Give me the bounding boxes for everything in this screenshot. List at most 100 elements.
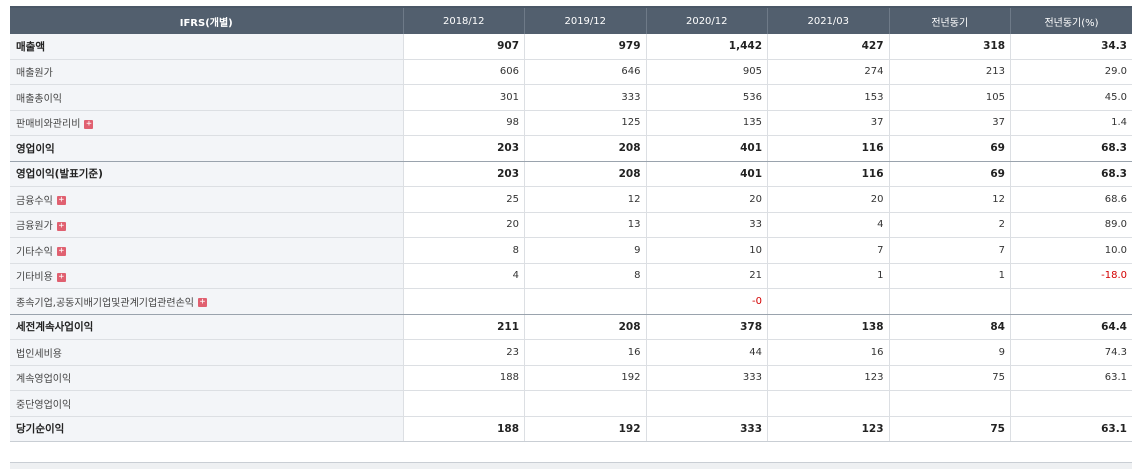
value-cell: 153 [767, 84, 889, 111]
value-cell: 905 [645, 59, 768, 85]
value-cell: 34.3 [1010, 34, 1132, 60]
row-label: 종속기업,공동지배기업및관계기업관련손익 [16, 297, 194, 309]
value-cell: 2 [888, 212, 1011, 238]
value-cell: 1 [767, 263, 889, 289]
table-row: 당기순이익 188 192 333 123 75 63.1 [10, 416, 1132, 442]
plus-square-icon[interactable]: + [56, 221, 66, 231]
value-cell [767, 390, 889, 417]
value-cell: 75 [888, 365, 1011, 391]
row-label-cell[interactable]: 판매비와관리비 + [10, 110, 403, 136]
row-label: 금융수익 [16, 195, 53, 207]
row-label: 영업이익(발표기준) [16, 168, 103, 181]
table-row: 기타수익 +8 9 10 7 7 10.0 [10, 237, 1132, 264]
value-cell: 606 [402, 59, 525, 85]
value-cell: 401 [645, 135, 768, 162]
row-label: 기타수익 [16, 246, 53, 258]
value-cell: 69 [888, 135, 1011, 162]
value-cell: 63.1 [1010, 416, 1132, 442]
value-cell: 13 [524, 212, 646, 238]
value-cell: 9 [888, 339, 1011, 366]
row-label: 기타비용 [16, 272, 53, 284]
table-row: 중단영업이익 [10, 390, 1132, 417]
table-row: 금융수익 +25 12 20 20 12 68.6 [10, 186, 1132, 213]
value-cell [524, 288, 646, 315]
value-cell: 74.3 [1010, 339, 1132, 366]
value-cell: 192 [524, 365, 646, 391]
value-cell [645, 390, 768, 417]
value-cell: 33 [645, 212, 768, 238]
row-label: 계속영업이익 [16, 374, 72, 386]
value-cell: 907 [402, 34, 525, 60]
value-cell: 29.0 [1010, 59, 1132, 85]
value-cell: 646 [524, 59, 646, 85]
value-cell: 8 [524, 263, 646, 289]
plus-square-icon[interactable]: + [56, 196, 66, 206]
value-cell: 7 [767, 237, 889, 264]
value-cell: 188 [402, 416, 525, 442]
header-prev-year-period: 전년동기 [888, 8, 1011, 34]
row-label-cell: 영업이익(발표기준) [10, 161, 403, 187]
value-cell: 208 [524, 135, 646, 162]
value-cell: 188 [402, 365, 525, 391]
value-cell: 4 [767, 212, 889, 238]
value-cell: 84 [888, 314, 1011, 340]
row-label: 세전계속사업이익 [16, 321, 94, 334]
value-cell: 68.3 [1010, 161, 1132, 187]
value-cell: 427 [767, 34, 889, 60]
value-cell: 69 [888, 161, 1011, 187]
row-label-cell[interactable]: 기타수익 + [10, 237, 403, 264]
value-cell: 37 [767, 110, 889, 136]
value-cell: 8 [402, 237, 525, 264]
value-cell: 208 [524, 314, 646, 340]
value-cell: 536 [645, 84, 768, 111]
value-cell: 16 [524, 339, 646, 366]
value-cell: 192 [524, 416, 646, 442]
row-label: 매출액 [16, 40, 45, 53]
row-label-cell: 영업이익 [10, 135, 403, 162]
value-cell: 7 [888, 237, 1011, 264]
plus-square-icon[interactable]: + [56, 272, 66, 282]
row-label-cell[interactable]: 기타비용 + [10, 263, 403, 289]
value-cell: 401 [645, 161, 768, 187]
value-cell [524, 390, 646, 417]
value-cell: 1,442 [645, 34, 768, 60]
value-cell: 125 [524, 110, 646, 136]
value-cell: 1 [888, 263, 1011, 289]
value-cell: 123 [767, 416, 889, 442]
value-cell: 20 [767, 186, 889, 213]
row-label-cell: 당기순이익 [10, 416, 403, 442]
value-cell: 138 [767, 314, 889, 340]
value-cell [1010, 288, 1132, 315]
value-cell: 20 [645, 186, 768, 213]
row-label: 매출원가 [16, 68, 53, 80]
row-label-cell[interactable]: 금융수익 + [10, 186, 403, 213]
header-2021-03: 2021/03 [767, 8, 889, 34]
value-cell: 9 [524, 237, 646, 264]
row-label-cell[interactable]: 금융원가 + [10, 212, 403, 238]
value-cell [888, 390, 1011, 417]
value-cell: 20 [402, 212, 525, 238]
row-label-cell[interactable]: 종속기업,공동지배기업및관계기업관련손익 + [10, 288, 403, 315]
value-cell: 16 [767, 339, 889, 366]
value-cell [402, 288, 525, 315]
plus-square-icon[interactable]: + [56, 247, 66, 257]
table-row: 매출액 907 979 1,442 427 318 34.3 [10, 34, 1132, 60]
table-row: 계속영업이익 188 192 333 123 75 63.1 [10, 365, 1132, 391]
table-row: 종속기업,공동지배기업및관계기업관련손익 + -0 [10, 288, 1132, 315]
row-label-cell: 매출액 [10, 34, 403, 60]
value-cell: 12 [524, 186, 646, 213]
value-cell: 301 [402, 84, 525, 111]
header-prev-year-pct: 전년동기(%) [1010, 8, 1132, 34]
value-cell: 333 [645, 365, 768, 391]
row-label: 법인세비용 [16, 348, 62, 360]
header-standard: IFRS(개별) [10, 8, 403, 34]
value-cell: 378 [645, 314, 768, 340]
value-cell: 75 [888, 416, 1011, 442]
table-row: 기타비용 +4 8 21 1 1 -18.0 [10, 263, 1132, 289]
row-label-cell: 매출총이익 [10, 84, 403, 111]
plus-square-icon[interactable]: + [84, 119, 94, 129]
row-label: 판매비와관리비 [16, 119, 81, 131]
value-cell: 98 [402, 110, 525, 136]
plus-square-icon[interactable]: + [197, 298, 207, 308]
value-cell: 333 [524, 84, 646, 111]
